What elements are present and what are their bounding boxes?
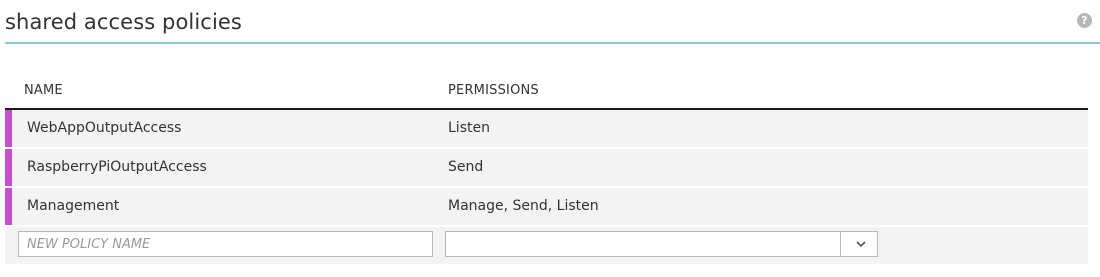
section-header: shared access policies ? bbox=[0, 0, 1100, 44]
column-header-permissions[interactable]: PERMISSIONS bbox=[448, 83, 539, 98]
row-selection-marker bbox=[5, 149, 12, 186]
column-header-name[interactable]: NAME bbox=[24, 83, 63, 98]
new-policy-row bbox=[5, 227, 1088, 264]
header-divider bbox=[5, 42, 1100, 44]
section-title: shared access policies bbox=[5, 10, 242, 34]
policy-name: WebAppOutputAccess bbox=[27, 120, 182, 136]
table-row[interactable]: Management Manage, Send, Listen bbox=[5, 188, 1088, 227]
new-policy-name-input[interactable] bbox=[18, 231, 433, 257]
new-policy-permissions-select[interactable] bbox=[445, 231, 878, 257]
table-header-row: NAME PERMISSIONS bbox=[5, 77, 1088, 110]
row-selection-marker bbox=[5, 188, 12, 225]
chevron-down-icon[interactable] bbox=[853, 237, 869, 251]
policy-permissions: Send bbox=[448, 159, 484, 175]
help-icon[interactable]: ? bbox=[1077, 13, 1092, 28]
row-selection-marker bbox=[5, 110, 12, 147]
policy-name: Management bbox=[27, 198, 120, 214]
select-divider bbox=[840, 232, 841, 256]
shared-access-policies-table: NAME PERMISSIONS WebAppOutputAccess List… bbox=[5, 77, 1088, 264]
policy-permissions: Listen bbox=[448, 120, 490, 136]
table-row[interactable]: RaspberryPiOutputAccess Send bbox=[5, 149, 1088, 188]
table-row[interactable]: WebAppOutputAccess Listen bbox=[5, 110, 1088, 149]
policy-name: RaspberryPiOutputAccess bbox=[27, 159, 207, 175]
policy-permissions: Manage, Send, Listen bbox=[448, 198, 599, 214]
